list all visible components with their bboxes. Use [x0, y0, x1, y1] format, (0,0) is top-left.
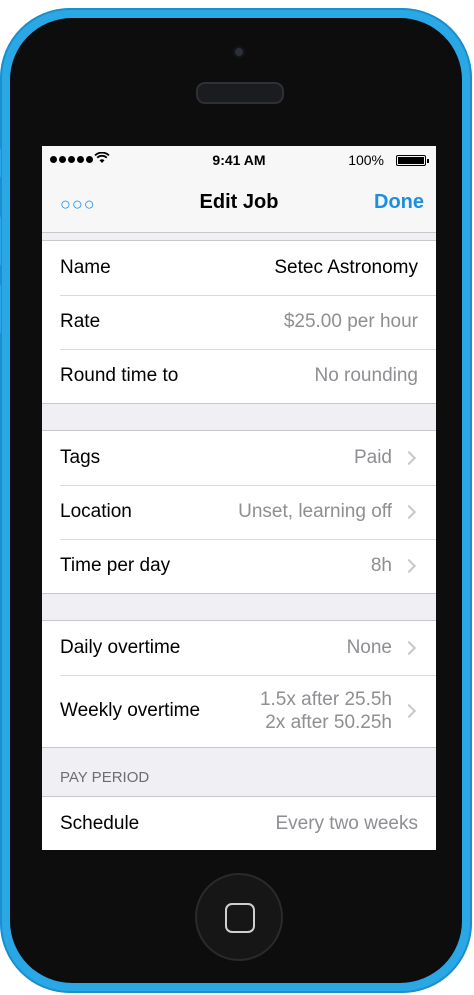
done-button[interactable]: Done: [374, 191, 424, 214]
row-label: Name: [60, 257, 111, 278]
pay-period-group: Schedule Every two weeks: [42, 796, 436, 850]
row-label: Schedule: [60, 813, 140, 834]
job-basics-group: Name Setec Astronomy Rate $25.00 per hou…: [42, 240, 436, 404]
row-label: Rate: [60, 311, 101, 332]
weekly-overtime-line-2: 2x after 50.25h: [265, 712, 392, 733]
row-label: Round time to: [60, 365, 179, 386]
job-details-group: Tags Paid Location Unset, learning off T…: [42, 431, 436, 594]
tags-value: Paid: [353, 447, 392, 468]
front-camera-icon: [233, 46, 245, 58]
row-label: Tags: [60, 447, 101, 468]
mute-switch: [0, 148, 1, 178]
chevron-right-icon: [401, 450, 417, 466]
rate-value[interactable]: $25.00 per hour: [284, 311, 418, 333]
home-square-icon: [225, 903, 255, 933]
row-label: Location: [60, 501, 132, 522]
time-per-day-row[interactable]: Time per day 8h: [42, 539, 436, 593]
name-value[interactable]: Setec Astronomy: [274, 257, 418, 279]
earpiece-speaker: [196, 82, 284, 104]
schedule-row[interactable]: Schedule Every two weeks: [42, 797, 436, 850]
name-row[interactable]: Name Setec Astronomy: [42, 241, 436, 295]
home-button[interactable]: [195, 873, 283, 961]
screen: 9:41 AM 100% ○○○ Edit Job Done Name Sete…: [42, 146, 436, 850]
schedule-value: Every two weeks: [275, 813, 418, 834]
row-label: Daily overtime: [60, 637, 181, 658]
battery-percent: 100%: [348, 152, 384, 168]
weekly-overtime-value: 1.5x after 25.5h 2x after 50.25h: [260, 688, 392, 734]
status-bar: 9:41 AM 100%: [42, 146, 436, 174]
time-per-day-value: 8h: [370, 555, 392, 576]
battery-icon: [396, 155, 429, 166]
rate-row[interactable]: Rate $25.00 per hour: [42, 295, 436, 349]
row-label: Time per day: [60, 555, 171, 576]
daily-overtime-row[interactable]: Daily overtime None: [42, 621, 436, 675]
volume-down-button: [0, 284, 1, 334]
volume-up-button: [0, 216, 1, 266]
weekly-overtime-row[interactable]: Weekly overtime 1.5x after 25.5h 2x afte…: [42, 675, 436, 747]
weekly-overtime-line-1: 1.5x after 25.5h: [259, 689, 392, 710]
daily-overtime-value: None: [346, 637, 392, 658]
row-label: Weekly overtime: [60, 700, 201, 721]
location-value: Unset, learning off: [238, 501, 392, 522]
chevron-right-icon: [401, 640, 417, 656]
chevron-right-icon: [401, 703, 417, 719]
location-row[interactable]: Location Unset, learning off: [42, 485, 436, 539]
round-time-value[interactable]: No rounding: [314, 365, 418, 387]
overtime-group: Daily overtime None Weekly overtime 1.5x…: [42, 621, 436, 748]
round-time-row[interactable]: Round time to No rounding: [42, 349, 436, 403]
chevron-right-icon: [401, 558, 417, 574]
pay-period-header: PAY PERIOD: [60, 769, 150, 786]
chevron-right-icon: [401, 504, 417, 520]
tags-row[interactable]: Tags Paid: [42, 431, 436, 485]
navigation-bar: ○○○ Edit Job Done: [42, 174, 436, 233]
